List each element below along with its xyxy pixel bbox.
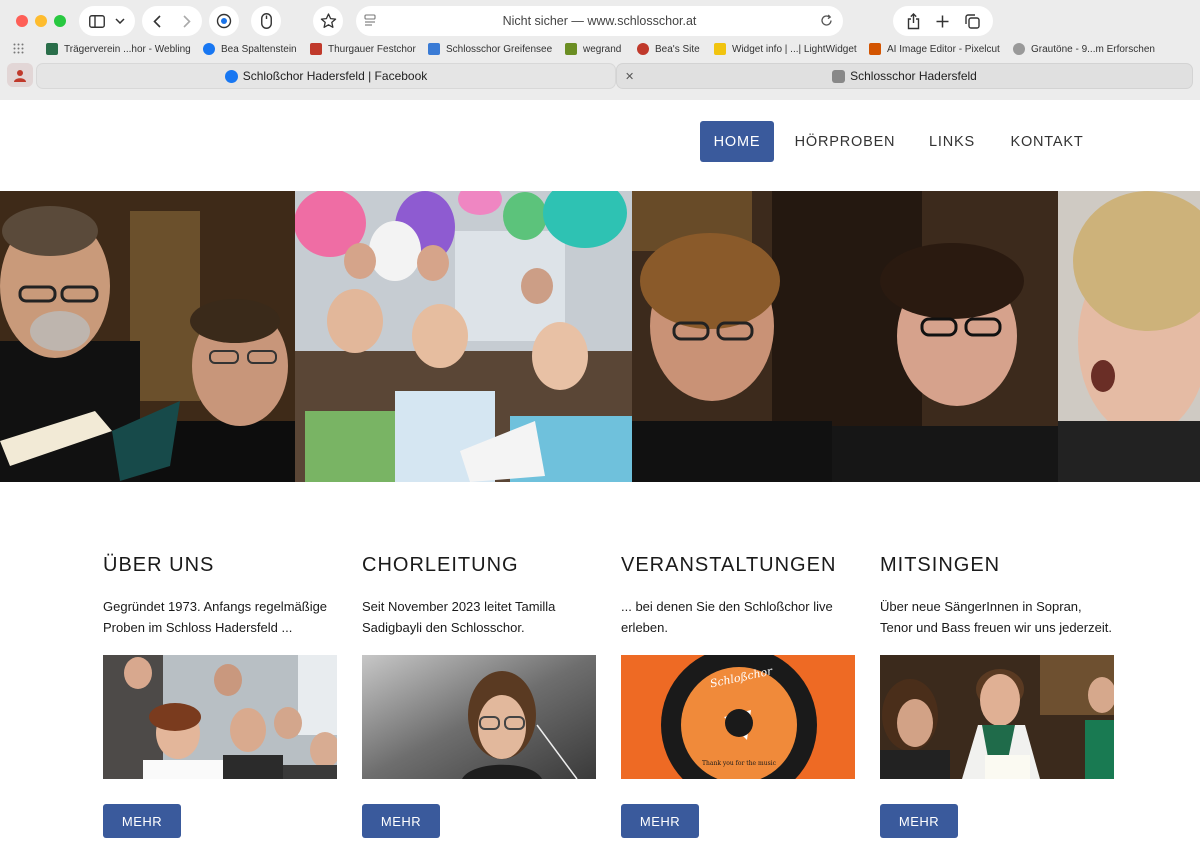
mehr-button[interactable]: MEHR — [621, 804, 699, 838]
tab-overview-icon[interactable] — [964, 13, 980, 29]
s-favicon-icon — [832, 69, 846, 83]
section-text: Gegründet 1973. Anfangs regelmäßige Prob… — [103, 599, 328, 635]
facebook-icon — [203, 43, 215, 55]
tab-label: Schlosschor Hadersfeld — [850, 69, 977, 83]
bookmark-label: Bea Spaltenstein — [221, 43, 297, 55]
bookmarks-bar: Trägerverein ...hor - Webling Bea Spalte… — [0, 40, 1200, 60]
bookmark-favicon-icon — [428, 43, 440, 55]
bookmark-label: Grautöne - 9...m Erforschen — [1031, 43, 1155, 55]
close-window-button[interactable] — [16, 15, 28, 27]
tab-schlosschor[interactable]: ✕ Schlosschor Hadersfeld — [616, 63, 1193, 89]
bookmarks-grid-icon[interactable] — [13, 43, 24, 54]
bookmark-item[interactable]: Bea Spaltenstein — [203, 43, 297, 55]
browser-toolbar: Nicht sicher — www.schlosschor.at — [0, 0, 1200, 42]
back-icon[interactable] — [153, 14, 161, 28]
sidebar-icon — [89, 14, 105, 28]
hero-image-strip — [0, 191, 1200, 482]
bookmark-label: Schlosschor Greifensee — [446, 43, 553, 55]
section-ueber-uns: ÜBER UNS Gegründet 1973. Anfangs regelmä… — [103, 548, 337, 838]
nav-links[interactable]: LINKS — [920, 121, 984, 162]
bookmark-item[interactable]: Trägerverein ...hor - Webling — [46, 43, 191, 55]
bookmark-item[interactable]: Grautöne - 9...m Erforschen — [1013, 43, 1155, 55]
section-text: ... bei denen Sie den Schloßchor live er… — [621, 599, 833, 635]
conductor-portrait-photo — [362, 655, 596, 779]
bookmark-item[interactable]: AI Image Editor - Pixelcut — [869, 43, 1000, 55]
bookmark-favicon-icon — [869, 43, 881, 55]
bookmark-label: Thurgauer Festchor — [328, 43, 416, 55]
mehr-button[interactable]: MEHR — [880, 804, 958, 838]
privacy-report-button[interactable] — [209, 6, 239, 36]
mouse-extension-button[interactable] — [251, 6, 281, 36]
bookmark-star-button[interactable] — [313, 6, 343, 36]
privacy-shield-icon — [216, 13, 232, 29]
bookmark-label: Widget info | ...| LightWidget — [732, 43, 857, 55]
history-nav — [142, 6, 202, 36]
zoom-window-button[interactable] — [54, 15, 66, 27]
section-title: ÜBER UNS — [103, 554, 215, 576]
tab-facebook[interactable]: Schloßchor Hadersfeld | Facebook — [36, 63, 616, 89]
tab-label: Schloßchor Hadersfeld | Facebook — [242, 69, 428, 83]
mehr-button[interactable]: MEHR — [362, 804, 440, 838]
singers-rehearsal-photo — [880, 655, 1114, 779]
section-text: Seit November 2023 leitet Tamilla Sadigb… — [362, 599, 556, 635]
vinyl-record-photo: Schloßchor Thank you for the music — [621, 655, 855, 779]
bookmark-item[interactable]: wegrand — [565, 43, 621, 55]
star-icon — [320, 13, 337, 29]
bookmark-favicon-icon — [1013, 43, 1025, 55]
bookmark-favicon-icon — [46, 43, 58, 55]
bookmark-label: Trägerverein ...hor - Webling — [64, 43, 191, 55]
share-icon[interactable] — [907, 12, 920, 30]
hero-photo-blonde-singer — [1058, 191, 1200, 482]
page-menu-icon[interactable] — [364, 14, 376, 27]
bookmark-item[interactable]: Bea's Site — [637, 43, 700, 55]
section-title: VERANSTALTUNGEN — [621, 554, 837, 576]
section-chorleitung: CHORLEITUNG Seit November 2023 leitet Ta… — [362, 548, 596, 838]
browser-actions — [893, 6, 993, 36]
hero-photo-men-singing — [0, 191, 295, 482]
bookmark-favicon-icon — [714, 43, 726, 55]
record-title-text: Thank you for the music — [702, 760, 777, 767]
chevron-down-icon — [115, 18, 125, 24]
profile-avatar[interactable] — [7, 63, 33, 87]
nav-kontakt[interactable]: KONTAKT — [1004, 121, 1090, 162]
hero-photo-choir-balloons — [295, 191, 632, 482]
mehr-button[interactable]: MEHR — [103, 804, 181, 838]
mouse-icon — [260, 13, 272, 29]
hero-photo-women-singing — [632, 191, 1058, 482]
section-veranstaltungen: VERANSTALTUNGEN ... bei denen Sie den Sc… — [621, 548, 855, 838]
facebook-icon — [224, 69, 238, 83]
nav-hoerproben[interactable]: HÖRPROBEN — [790, 121, 900, 162]
bookmark-item[interactable]: Thurgauer Festchor — [310, 43, 416, 55]
forward-icon[interactable] — [183, 14, 191, 28]
address-text: Nicht sicher — www.schlosschor.at — [502, 14, 697, 28]
section-title: MITSINGEN — [880, 554, 1001, 576]
bookmark-label: Bea's Site — [655, 43, 700, 55]
nav-home[interactable]: HOME — [700, 121, 774, 162]
section-title: CHORLEITUNG — [362, 554, 519, 576]
section-text: Über neue SängerInnen in Sopran, Tenor u… — [880, 599, 1112, 635]
bookmark-item[interactable]: Schlosschor Greifensee — [428, 43, 552, 55]
section-mitsingen: MITSINGEN Über neue SängerInnen in Sopra… — [880, 548, 1114, 838]
bookmark-item[interactable]: Widget info | ...| LightWidget — [714, 43, 857, 55]
reload-icon[interactable] — [820, 14, 833, 27]
browser-chrome: Nicht sicher — www.schlosschor.at Träger… — [0, 0, 1200, 100]
bookmark-label: wegrand — [583, 43, 622, 55]
choir-group-photo — [103, 655, 337, 779]
bookmark-favicon-icon — [565, 43, 577, 55]
close-tab-icon[interactable]: ✕ — [625, 70, 634, 83]
bookmark-label: AI Image Editor - Pixelcut — [887, 43, 1000, 55]
minimize-window-button[interactable] — [35, 15, 47, 27]
new-tab-icon[interactable] — [936, 15, 949, 28]
profile-icon — [14, 70, 26, 82]
target-icon — [637, 43, 649, 55]
address-bar[interactable]: Nicht sicher — www.schlosschor.at — [356, 6, 843, 36]
sidebar-toggle-button[interactable] — [79, 6, 135, 36]
bookmark-favicon-icon — [310, 43, 322, 55]
